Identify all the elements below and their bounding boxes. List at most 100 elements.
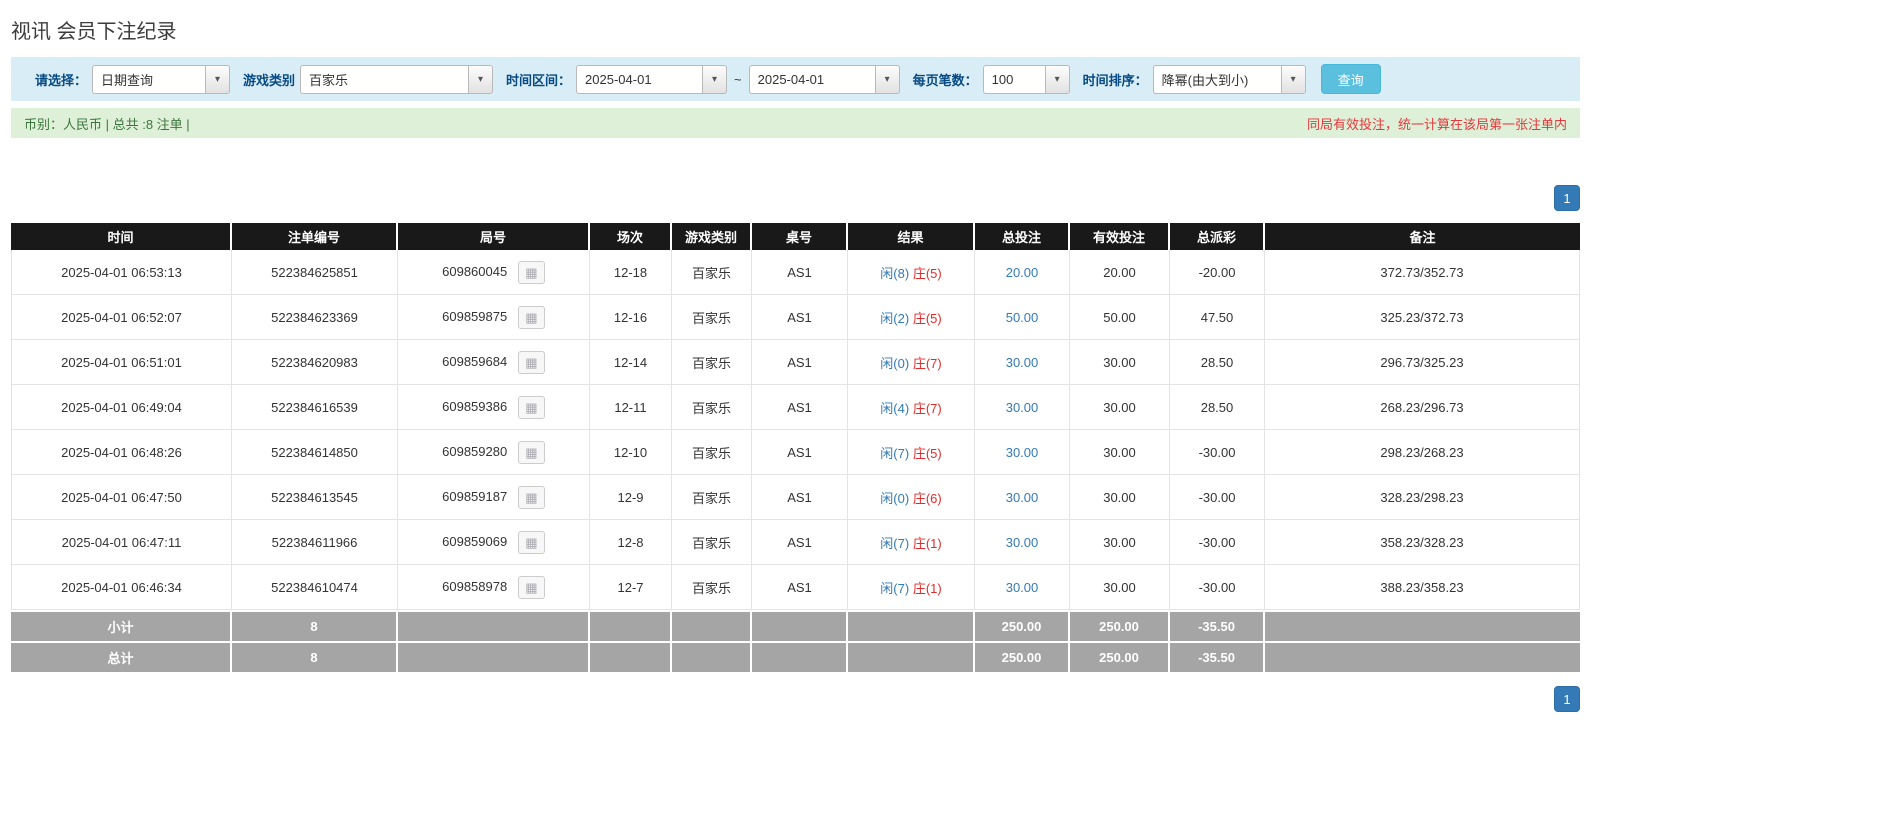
date-to-dropdown-button[interactable]: ▾ bbox=[874, 64, 900, 94]
column-header-payout: 总派彩 bbox=[1170, 223, 1265, 250]
result-cell: 闲(4) 庄(7) bbox=[848, 385, 975, 430]
filter-bar: 请选择： ▾ 游戏类别 ▾ 时间区间： ▾ ~ ▾ 每页笔数： ▾ 时间排序： … bbox=[11, 57, 1580, 101]
note-cell: 325.23/372.73 bbox=[1265, 295, 1580, 340]
page-title: 视讯 会员下注纪录 bbox=[11, 21, 177, 43]
date-from-dropdown-button[interactable]: ▾ bbox=[702, 64, 728, 94]
result-cell: 闲(8) 庄(5) bbox=[848, 250, 975, 295]
round-result-button[interactable]: ▦ bbox=[517, 350, 545, 374]
result-player: 闲(7) bbox=[880, 445, 910, 461]
round-result-button[interactable]: ▦ bbox=[517, 260, 545, 284]
note-cell: 328.23/298.23 bbox=[1265, 475, 1580, 520]
currency-summary: 币别：人民币 | 总共 :8 注单 | bbox=[24, 116, 190, 132]
page-size-dropdown-button[interactable]: ▾ bbox=[1044, 64, 1070, 94]
select-type-label: 请选择： bbox=[35, 72, 88, 88]
table-no-cell: AS1 bbox=[752, 340, 848, 385]
round-result-button[interactable]: ▦ bbox=[517, 485, 545, 509]
result-banker: 庄(5) bbox=[912, 310, 942, 326]
date-separator: ~ bbox=[734, 71, 742, 87]
search-button[interactable]: 查询 bbox=[1320, 64, 1381, 94]
time-cell: 2025-04-01 06:46:34 bbox=[11, 565, 232, 610]
round-cell: 609860045 ▦ bbox=[398, 250, 590, 295]
total-bet-link[interactable]: 30.00 bbox=[1006, 445, 1039, 460]
cards-icon: ▦ bbox=[525, 309, 538, 325]
main-container: 视讯 会员下注纪录 请选择： ▾ 游戏类别 ▾ 时间区间： ▾ ~ ▾ 每页笔数… bbox=[11, 0, 1580, 712]
chevron-down-icon: ▾ bbox=[1054, 73, 1060, 85]
session-cell: 12-16 bbox=[590, 295, 672, 340]
subtotal-row: 小计 8 250.00 250.00 -35.50 bbox=[11, 610, 1580, 641]
session-cell: 12-10 bbox=[590, 430, 672, 475]
round-cell: 609859684 ▦ bbox=[398, 340, 590, 385]
cards-icon: ▦ bbox=[525, 489, 538, 505]
total-bet-link[interactable]: 30.00 bbox=[1006, 490, 1039, 505]
page-size-input[interactable] bbox=[982, 64, 1045, 94]
game-type-dropdown-button[interactable]: ▾ bbox=[468, 64, 494, 94]
note-cell: 388.23/358.23 bbox=[1265, 565, 1580, 610]
total-label: 总计 bbox=[11, 641, 232, 672]
time-cell: 2025-04-01 06:53:13 bbox=[11, 250, 232, 295]
empty-cell bbox=[752, 641, 848, 672]
page-1-button[interactable]: 1 bbox=[1554, 686, 1580, 712]
game-type-input[interactable] bbox=[300, 64, 469, 94]
subtotal-count: 8 bbox=[232, 610, 398, 641]
result-player: 闲(0) bbox=[880, 490, 910, 506]
column-header-round: 局号 bbox=[398, 223, 590, 250]
session-cell: 12-18 bbox=[590, 250, 672, 295]
round-number: 609859684 bbox=[442, 353, 508, 369]
round-result-button[interactable]: ▦ bbox=[517, 575, 545, 599]
round-result-button[interactable]: ▦ bbox=[517, 440, 545, 464]
chevron-down-icon: ▾ bbox=[215, 73, 221, 85]
result-banker: 庄(6) bbox=[912, 490, 942, 506]
round-result-button[interactable]: ▦ bbox=[517, 305, 545, 329]
result-player: 闲(7) bbox=[880, 535, 910, 551]
total-bet-link[interactable]: 30.00 bbox=[1006, 580, 1039, 595]
time-cell: 2025-04-01 06:49:04 bbox=[11, 385, 232, 430]
payout-cell: 28.50 bbox=[1170, 385, 1265, 430]
round-result-button[interactable]: ▦ bbox=[517, 530, 545, 554]
sort-dropdown-button[interactable]: ▾ bbox=[1280, 64, 1306, 94]
page-1-button[interactable]: 1 bbox=[1554, 185, 1580, 211]
game-type-cell: 百家乐 bbox=[672, 340, 752, 385]
result-player: 闲(2) bbox=[880, 310, 910, 326]
bet-id-cell: 522384611966 bbox=[232, 520, 398, 565]
cards-icon: ▦ bbox=[525, 264, 538, 280]
empty-cell bbox=[752, 610, 848, 641]
round-cell: 609858978 ▦ bbox=[398, 565, 590, 610]
total-bet-link[interactable]: 30.00 bbox=[1006, 400, 1039, 415]
total-bet-cell: 50.00 bbox=[975, 295, 1070, 340]
empty-cell bbox=[848, 610, 975, 641]
total-count: 8 bbox=[232, 641, 398, 672]
cards-icon: ▦ bbox=[525, 354, 538, 370]
sort-label: 时间排序： bbox=[1082, 72, 1148, 88]
query-type-dropdown-button[interactable]: ▾ bbox=[205, 64, 231, 94]
game-type-cell: 百家乐 bbox=[672, 385, 752, 430]
bet-id-cell: 522384614850 bbox=[232, 430, 398, 475]
table-no-cell: AS1 bbox=[752, 250, 848, 295]
result-cell: 闲(7) 庄(1) bbox=[848, 565, 975, 610]
date-to-input[interactable] bbox=[748, 64, 875, 94]
query-type-input[interactable] bbox=[92, 64, 206, 94]
total-bet-link[interactable]: 20.00 bbox=[1006, 265, 1039, 280]
valid-bet-cell: 30.00 bbox=[1070, 565, 1170, 610]
total-bet-link[interactable]: 30.00 bbox=[1006, 535, 1039, 550]
date-from-input[interactable] bbox=[576, 64, 703, 94]
subtotal-valid-bet: 250.00 bbox=[1070, 610, 1170, 641]
valid-bet-cell: 20.00 bbox=[1070, 250, 1170, 295]
table-row: 2025-04-01 06:49:04 522384616539 6098593… bbox=[11, 385, 1580, 430]
column-header-session: 场次 bbox=[590, 223, 672, 250]
sort-input[interactable] bbox=[1152, 64, 1281, 94]
column-header-game-type: 游戏类别 bbox=[672, 223, 752, 250]
round-number: 609859875 bbox=[442, 308, 508, 324]
round-result-button[interactable]: ▦ bbox=[517, 395, 545, 419]
total-bet-link[interactable]: 30.00 bbox=[1006, 355, 1039, 370]
time-cell: 2025-04-01 06:51:01 bbox=[11, 340, 232, 385]
session-cell: 12-14 bbox=[590, 340, 672, 385]
note-cell: 268.23/296.73 bbox=[1265, 385, 1580, 430]
table-no-cell: AS1 bbox=[752, 430, 848, 475]
notice-text: 同局有效投注，统一计算在该局第一张注单内 bbox=[1306, 116, 1567, 132]
valid-bet-cell: 30.00 bbox=[1070, 340, 1170, 385]
total-bet-link[interactable]: 50.00 bbox=[1006, 310, 1039, 325]
session-cell: 12-11 bbox=[590, 385, 672, 430]
result-cell: 闲(7) 庄(1) bbox=[848, 520, 975, 565]
result-banker: 庄(5) bbox=[912, 445, 942, 461]
table-no-cell: AS1 bbox=[752, 475, 848, 520]
